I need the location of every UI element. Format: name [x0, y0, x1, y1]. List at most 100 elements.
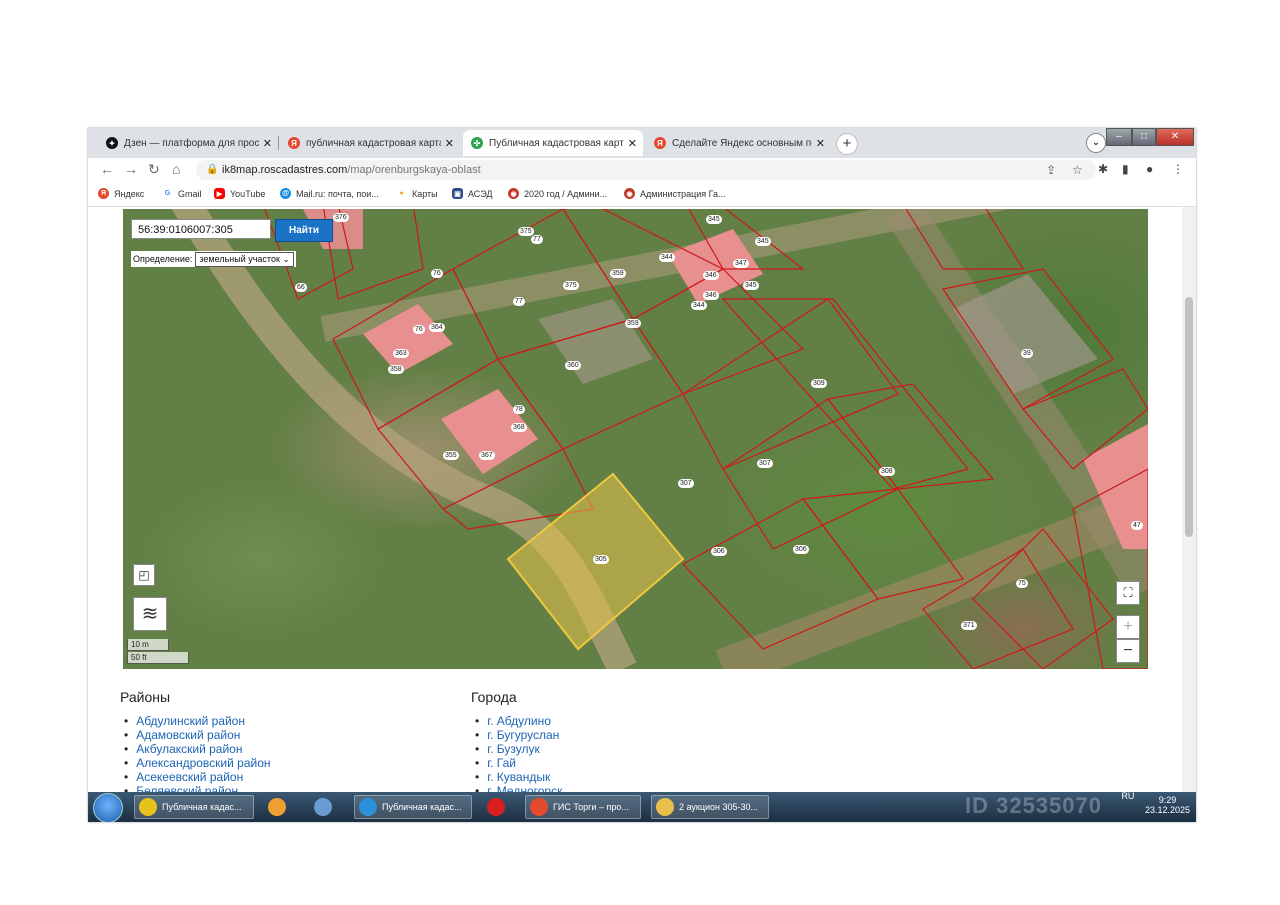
parcel-number-label[interactable]: 364 — [429, 323, 445, 332]
tab-search-chevron-icon[interactable]: ⌄ — [1086, 133, 1106, 153]
district-link[interactable]: Асекеевский район — [124, 770, 271, 784]
bookmark-maps[interactable]: ● Карты — [396, 188, 437, 199]
parcel-number-label[interactable]: 375 — [518, 227, 534, 236]
layers-icon[interactable]: ≋ — [133, 597, 167, 631]
parcel-number-label[interactable]: 346 — [703, 291, 719, 300]
parcel-number-label[interactable]: 76 — [431, 269, 443, 278]
parcel-number-label[interactable]: 344 — [691, 301, 707, 310]
parcel-number-label[interactable]: 307 — [678, 479, 694, 488]
district-link[interactable]: Адамовский район — [124, 728, 271, 742]
back-icon[interactable]: ← — [100, 161, 114, 177]
new-tab-button[interactable]: + — [836, 133, 858, 155]
parcel-number-label[interactable]: 344 — [659, 253, 675, 262]
select-area-icon[interactable]: ◰ — [133, 564, 155, 586]
bookmark-2020-admin[interactable]: ◉ 2020 год / Админи... — [508, 188, 607, 199]
parcel-number-label[interactable]: 358 — [388, 365, 404, 374]
extensions-icon[interactable]: ✱ — [1098, 162, 1108, 176]
parcel-number-label[interactable]: 76 — [413, 325, 425, 334]
parcel-number-label[interactable]: 375 — [563, 281, 579, 290]
home-icon[interactable]: ⌂ — [172, 161, 180, 177]
find-button[interactable]: Найти — [275, 219, 333, 242]
address-bar[interactable]: 🔒 ik8map.roscadastres.com/map/orenburgsk… — [196, 160, 1096, 180]
close-tab-icon[interactable]: ✕ — [628, 137, 637, 150]
windows-start-icon[interactable] — [93, 793, 123, 822]
taskbar-item[interactable] — [310, 795, 340, 819]
bookmark-yandex[interactable]: Я Яндекс — [98, 188, 144, 199]
parcel-number-label[interactable]: 306 — [793, 545, 809, 554]
taskbar-item[interactable]: 2 аукцион 305-30... — [651, 795, 769, 819]
bookmark-administration[interactable]: ◉ Администрация Га... — [624, 188, 726, 199]
menu-icon[interactable]: ⋮ — [1172, 162, 1184, 176]
parcel-number-label[interactable]: 307 — [757, 459, 773, 468]
city-link[interactable]: г. Кувандык — [475, 770, 562, 784]
parcel-number-label[interactable]: 306 — [711, 547, 727, 556]
bookmark-ased[interactable]: ▣ АСЭД — [452, 188, 492, 199]
parcel-number-label[interactable]: 347 — [733, 259, 749, 268]
taskbar-item[interactable]: ГИС Торги – про... — [525, 795, 641, 819]
scrollbar-thumb[interactable] — [1185, 297, 1193, 537]
side-panel-icon[interactable]: ▮ — [1122, 162, 1129, 176]
parcel-number-label[interactable]: 363 — [393, 349, 409, 358]
language-indicator[interactable]: RU — [1121, 791, 1134, 801]
parcel-number-label[interactable]: 39 — [1021, 349, 1033, 358]
city-link[interactable]: г. Абдулино — [475, 714, 562, 728]
city-link[interactable]: г. Бугуруслан — [475, 728, 562, 742]
profile-icon[interactable]: ● — [1146, 162, 1153, 176]
bookmark-youtube[interactable]: ▶ YouTube — [214, 188, 265, 199]
parcel-number-label[interactable]: 359 — [610, 269, 626, 278]
tab-dzen[interactable]: ✦ Дзен — платформа для просмотр ✕ — [98, 130, 278, 156]
cadastral-map[interactable]: 376 375 77 345 345 344 346 346 344 345 347 76 359 66 7… — [123, 209, 1148, 669]
parcel-number-label[interactable]: 371 — [961, 621, 977, 630]
city-link[interactable]: г. Гай — [475, 756, 562, 770]
close-window-icon[interactable]: ✕ — [1156, 128, 1194, 146]
tab-yandex-default[interactable]: Я Сделайте Яндекс основным поис ✕ — [646, 130, 831, 156]
parcel-number-label[interactable]: 75 — [1016, 579, 1028, 588]
parcel-number-label[interactable]: 367 — [479, 451, 495, 460]
close-tab-icon[interactable]: ✕ — [445, 137, 454, 150]
parcel-number-label[interactable]: 360 — [565, 361, 581, 370]
cadastral-search-input[interactable]: 56:39:0106007:305 — [131, 219, 271, 239]
parcel-number-label[interactable]: 345 — [743, 281, 759, 290]
share-icon[interactable]: ⇪ — [1046, 160, 1056, 180]
bookmark-gmail[interactable]: G Gmail — [162, 188, 202, 199]
city-link[interactable]: г. Медногорск — [475, 784, 562, 792]
parcel-number-label[interactable]: 376 — [333, 213, 349, 222]
parcel-number-label[interactable]: 77 — [513, 297, 525, 306]
close-tab-icon[interactable]: ✕ — [816, 137, 825, 150]
district-link[interactable]: Александровский район — [124, 756, 270, 770]
bookmark-mailru[interactable]: @ Mail.ru: почта, пои... — [280, 188, 379, 199]
bookmark-star-icon[interactable]: ☆ — [1072, 160, 1083, 180]
definition-select[interactable]: земельный участок ⌄ — [195, 251, 294, 267]
zoom-out-button[interactable]: − — [1116, 639, 1140, 663]
parcel-number-label[interactable]: 77 — [531, 235, 543, 244]
parcel-number-label[interactable]: 47 — [1131, 521, 1143, 530]
parcel-number-label[interactable]: 359 — [625, 319, 641, 328]
taskbar-item[interactable] — [483, 795, 511, 819]
page-scrollbar[interactable] — [1182, 207, 1196, 792]
parcel-number-label[interactable]: 309 — [811, 379, 827, 388]
minimize-icon[interactable]: – — [1106, 128, 1132, 146]
forward-icon[interactable]: → — [124, 161, 138, 177]
parcel-number-label[interactable]: 368 — [511, 423, 527, 432]
parcel-number-label[interactable]: 66 — [295, 283, 307, 292]
taskbar-item[interactable]: Публичная кадас... — [354, 795, 472, 819]
city-link[interactable]: г. Бузулук — [475, 742, 562, 756]
taskbar-item[interactable]: Публичная кадас... — [134, 795, 254, 819]
parcel-number-label[interactable]: 345 — [706, 215, 722, 224]
parcel-number-label[interactable]: 305 — [593, 555, 609, 564]
zoom-in-button[interactable]: + — [1116, 615, 1140, 639]
parcel-number-label[interactable]: 355 — [443, 451, 459, 460]
fullscreen-icon[interactable]: ⛶ — [1116, 581, 1140, 605]
parcel-number-label[interactable]: 345 — [755, 237, 771, 246]
maximize-icon[interactable]: □ — [1132, 128, 1156, 146]
taskbar-item[interactable] — [264, 795, 290, 819]
tab-cadastral-map[interactable]: ✣ Публичная кадастровая карта Ор ✕ — [463, 130, 643, 156]
reload-icon[interactable]: ↻ — [148, 161, 160, 178]
parcel-number-label[interactable]: 78 — [513, 405, 525, 414]
district-link[interactable]: Беляевский район — [124, 784, 271, 792]
district-link[interactable]: Абдулинский район — [124, 714, 271, 728]
tab-yandex-search[interactable]: Я публичная кадастровая карта ор ✕ — [280, 130, 460, 156]
parcel-number-label[interactable]: 308 — [879, 467, 895, 476]
district-link[interactable]: Акбулакский район — [124, 742, 271, 756]
close-tab-icon[interactable]: ✕ — [263, 137, 272, 150]
